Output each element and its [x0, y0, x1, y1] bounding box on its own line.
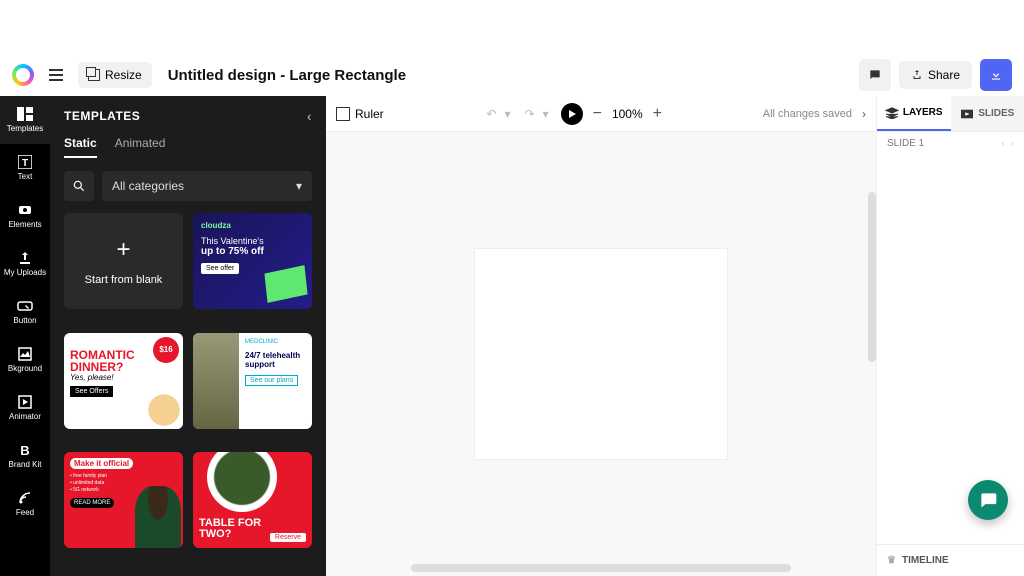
prev-slide-button[interactable]: ‹	[1001, 138, 1004, 149]
nav-animator[interactable]: Animator	[0, 384, 50, 432]
comments-button[interactable]	[859, 59, 891, 91]
zoom-in-button[interactable]: +	[653, 105, 662, 123]
document-title[interactable]: Untitled design - Large Rectangle	[168, 67, 406, 84]
animator-icon	[16, 395, 34, 409]
template-card[interactable]: cloudza This Valentine's up to 75% off S…	[193, 213, 312, 309]
text-icon: T	[16, 155, 34, 169]
resize-button[interactable]: Resize	[78, 62, 152, 88]
undo-button[interactable]: ↶	[484, 105, 498, 123]
slide-label: SLIDE 1	[887, 138, 924, 149]
zoom-out-button[interactable]: −	[593, 105, 602, 123]
nav-label: Animator	[9, 412, 41, 421]
artboard[interactable]	[475, 249, 727, 459]
save-status: All changes saved	[763, 108, 852, 120]
blank-template-card[interactable]: + Start from blank	[64, 213, 183, 309]
nav-label: Templates	[7, 124, 43, 133]
nav-label: Button	[13, 316, 36, 325]
nav-button[interactable]: Button	[0, 288, 50, 336]
chevron-down-icon: ▾	[296, 179, 302, 193]
collapse-panel-button[interactable]: ‹	[307, 108, 312, 124]
category-label: All categories	[112, 179, 184, 193]
nav-label: Bkground	[8, 364, 42, 373]
search-icon	[72, 179, 86, 193]
undo-dropdown[interactable]: ▾	[502, 105, 512, 123]
redo-button[interactable]: ↷	[523, 105, 537, 123]
share-icon	[911, 69, 923, 81]
tab-layers[interactable]: LAYERS	[877, 96, 951, 131]
templates-icon	[16, 107, 34, 121]
nav-label: Brand Kit	[9, 460, 42, 469]
plus-icon: +	[116, 236, 130, 264]
panel-title: TEMPLATES	[64, 109, 140, 123]
button-icon	[16, 299, 34, 313]
horizontal-scrollbar[interactable]	[411, 564, 791, 572]
background-icon	[16, 347, 34, 361]
nav-templates[interactable]: Templates	[0, 96, 50, 144]
resize-icon	[88, 69, 100, 81]
template-card[interactable]: TABLE FORTWO? Reserve	[193, 452, 312, 548]
brandkit-icon: B	[16, 443, 34, 457]
tab-slides[interactable]: SLIDES	[951, 96, 1024, 131]
svg-text:T: T	[22, 158, 28, 169]
nav-rail: Templates T Text Elements My Uploads But…	[0, 96, 50, 576]
download-button[interactable]	[980, 59, 1012, 91]
nav-label: My Uploads	[4, 268, 46, 277]
elements-icon	[16, 203, 34, 217]
search-button[interactable]	[64, 171, 94, 201]
chat-icon	[978, 490, 998, 510]
template-card[interactable]: Make it official • free family plan• unl…	[64, 452, 183, 548]
template-card[interactable]: $16 ROMANTICDINNER? Yes, please! See Off…	[64, 333, 183, 429]
redo-dropdown[interactable]: ▾	[541, 105, 551, 123]
crown-icon: ♛	[887, 555, 896, 566]
play-button[interactable]	[561, 103, 583, 125]
canvas-area: Ruler ↶ ▾ ↷ ▾ − 100% + All changes saved…	[326, 96, 876, 576]
feed-icon	[16, 491, 34, 505]
ruler-icon	[336, 107, 350, 121]
tab-static[interactable]: Static	[64, 136, 97, 158]
nav-label: Text	[18, 172, 33, 181]
nav-uploads[interactable]: My Uploads	[0, 240, 50, 288]
nav-label: Feed	[16, 508, 34, 517]
vertical-scrollbar[interactable]	[868, 192, 876, 362]
nav-label: Elements	[8, 220, 41, 229]
category-dropdown[interactable]: All categories ▾	[102, 171, 312, 201]
menu-button[interactable]	[44, 63, 68, 87]
chat-icon	[868, 68, 882, 82]
ruler-toggle[interactable]: Ruler	[336, 107, 384, 121]
slides-icon	[960, 108, 974, 120]
download-icon	[989, 68, 1003, 82]
svg-text:B: B	[20, 443, 29, 457]
share-button[interactable]: Share	[899, 61, 972, 89]
nav-text[interactable]: T Text	[0, 144, 50, 192]
next-slide-button[interactable]: ›	[1011, 138, 1014, 149]
slide-row: SLIDE 1 ‹ ›	[877, 132, 1024, 155]
ruler-label: Ruler	[355, 107, 384, 121]
blank-label: Start from blank	[85, 274, 163, 286]
timeline-toggle[interactable]: ♛ TIMELINE	[877, 544, 1024, 576]
canvas[interactable]	[326, 132, 876, 576]
upload-icon	[16, 251, 34, 265]
help-button[interactable]	[968, 480, 1008, 520]
nav-elements[interactable]: Elements	[0, 192, 50, 240]
template-card[interactable]: MEDCLINIC 24/7 telehealth support See ou…	[193, 333, 312, 429]
expand-right-button[interactable]: ›	[862, 107, 866, 121]
share-label: Share	[928, 68, 960, 82]
zoom-level: 100%	[612, 107, 643, 121]
nav-brandkit[interactable]: B Brand Kit	[0, 432, 50, 480]
layers-icon	[885, 107, 899, 119]
tab-animated[interactable]: Animated	[115, 136, 166, 158]
canvas-toolbar: Ruler ↶ ▾ ↷ ▾ − 100% + All changes saved…	[326, 96, 876, 132]
top-bar: Resize Untitled design - Large Rectangle…	[0, 54, 1024, 96]
nav-background[interactable]: Bkground	[0, 336, 50, 384]
templates-panel: TEMPLATES ‹ Static Animated All categori…	[50, 96, 326, 576]
resize-label: Resize	[105, 68, 142, 82]
app-logo	[12, 64, 34, 86]
nav-feed[interactable]: Feed	[0, 480, 50, 528]
